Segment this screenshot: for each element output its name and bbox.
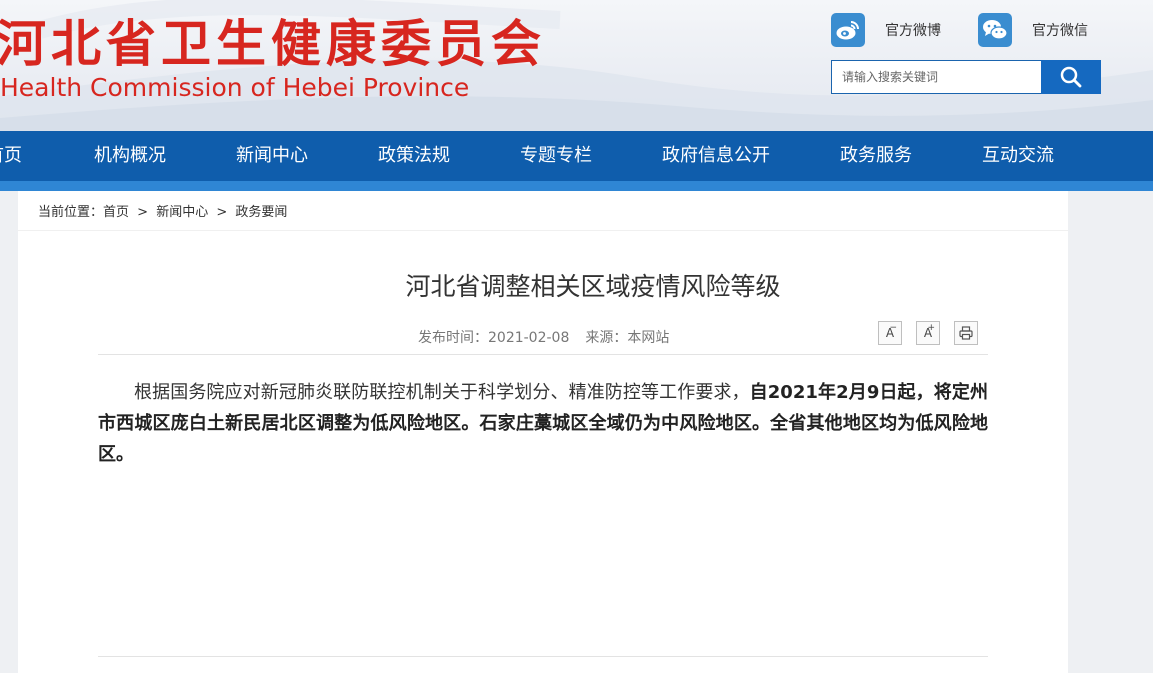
breadcrumb-separator: > [137,205,149,220]
wechat-link[interactable]: 官方微信 [978,12,1088,48]
search-icon [1060,66,1082,88]
breadcrumb-home[interactable]: 首页 [103,205,129,220]
print-button[interactable] [954,321,978,345]
nav-item-topics[interactable]: 专题专栏 [520,131,592,181]
site-subtitle: Health Commission of Hebei Province [0,73,470,102]
nav-item-policy[interactable]: 政策法规 [378,131,450,181]
site-header: 河北省卫生健康委员会 Health Commission of Hebei Pr… [0,0,1153,131]
print-icon [959,326,973,340]
nav-stripe [0,181,1153,191]
meta-divider [98,354,988,355]
main-nav: 首页 机构概况 新闻中心 政策法规 专题专栏 政府信息公开 政务服务 互动交流 [0,131,1153,181]
weibo-icon [831,13,865,47]
nav-item-gov-info[interactable]: 政府信息公开 [662,131,770,181]
article-title: 河北省调整相关区域疫情风险等级 [405,272,781,301]
search-input[interactable] [831,60,1041,94]
nav-item-services[interactable]: 政务服务 [840,131,912,181]
breadcrumb: 当前位置：首页 > 新闻中心 > 政务要闻 [38,201,291,220]
article-body-plain: 根据国务院应对新冠肺炎联防联控机制关于科学划分、精准防控等工作要求， [134,382,750,403]
weibo-link[interactable]: 官方微博 [831,12,941,48]
nav-item-home[interactable]: 首页 [0,131,22,181]
article-source: 来源：本网站 [585,330,670,346]
nav-item-about[interactable]: 机构概况 [94,131,166,181]
breadcrumb-prefix: 当前位置： [38,205,104,220]
article-card: 当前位置：首页 > 新闻中心 > 政务要闻 河北省调整相关区域疫情风险等级 发布… [18,191,1068,673]
nav-item-interaction[interactable]: 互动交流 [982,131,1054,181]
footer-divider [98,656,988,657]
breadcrumb-current[interactable]: 政务要闻 [235,205,287,220]
article-meta: 发布时间：2021-02-08 来源：本网站 [418,327,669,347]
font-decrease-button[interactable]: A − [878,321,902,345]
font-increase-button[interactable]: A + [916,321,940,345]
search-box [831,60,1101,94]
wechat-label[interactable]: 官方微信 [1032,20,1088,40]
search-button[interactable] [1041,60,1101,94]
wechat-icon [978,13,1012,47]
publish-time: 发布时间：2021-02-08 [418,330,570,346]
nav-item-news[interactable]: 新闻中心 [236,131,308,181]
breadcrumb-news[interactable]: 新闻中心 [156,205,208,220]
weibo-label[interactable]: 官方微博 [885,20,941,40]
article-body: 根据国务院应对新冠肺炎联防联控机制关于科学划分、精准防控等工作要求，自2021年… [98,377,988,470]
breadcrumb-divider [18,230,1068,231]
site-title: 河北省卫生健康委员会 [0,15,546,73]
article-tools: A − A + [864,321,978,345]
breadcrumb-separator: > [216,205,228,220]
